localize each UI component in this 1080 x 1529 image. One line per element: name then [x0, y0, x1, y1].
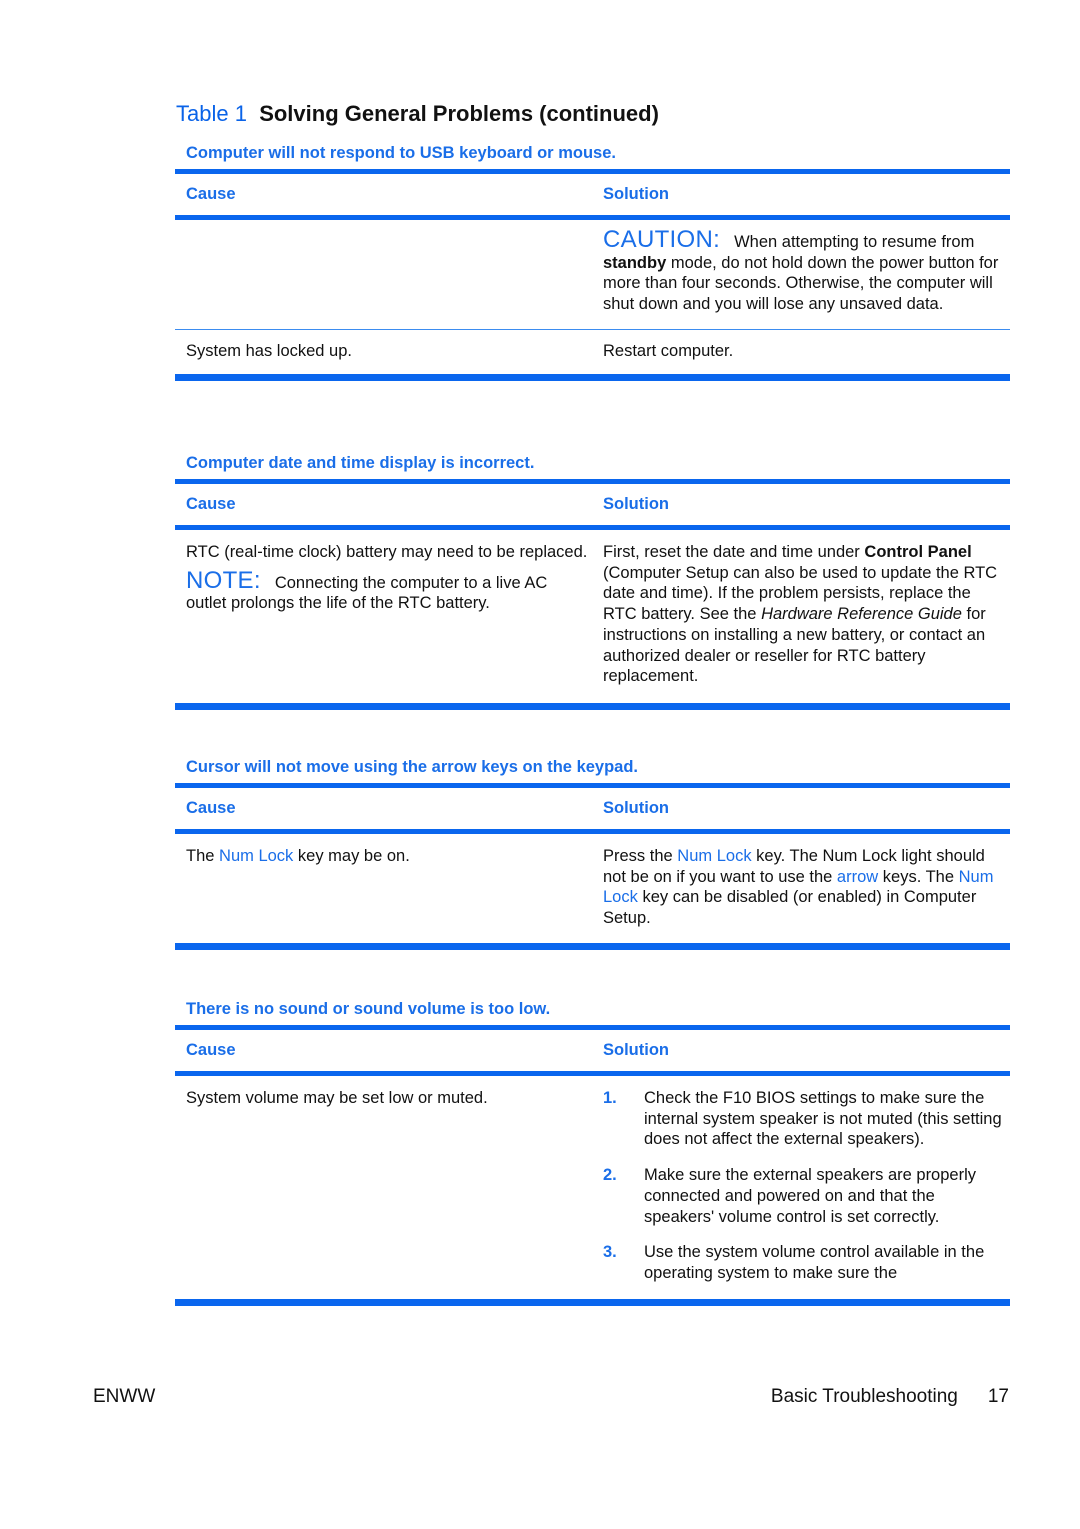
table-rule [175, 702, 1010, 710]
table-row: System has locked up. Restart computer. [175, 330, 1010, 374]
cause-text: The [186, 847, 215, 865]
table-header: Cause Solution [175, 788, 1010, 829]
step-item: 2. Make sure the external speakers are p… [603, 1165, 1002, 1227]
caution-block: CAUTION: When attempting to resume from s… [592, 220, 1010, 329]
caution-label: CAUTION: [603, 226, 721, 253]
cause-text: RTC (real-time clock) battery may need t… [186, 543, 588, 561]
cause-text: key may be on. [297, 847, 410, 865]
guide-reference: Hardware Reference Guide [761, 605, 962, 624]
section-title: Computer date and time display is incorr… [186, 454, 535, 472]
solution-cell: 1. Check the F10 BIOS settings to make s… [592, 1076, 1010, 1299]
step-item: 3. Use the system volume control availab… [603, 1242, 1002, 1283]
cause-cell: System volume may be set low or muted. [186, 1089, 488, 1107]
solution-cell: Press the Num Lock key. The Num Lock lig… [592, 834, 1010, 943]
step-number: 2. [603, 1166, 617, 1185]
step-text: Use the system volume control available … [644, 1243, 985, 1282]
table-rule [175, 942, 1010, 950]
header-cause: Cause [186, 495, 236, 513]
step-text: Check the F10 BIOS settings to make sure… [644, 1089, 1002, 1149]
note-block: NOTE: Connecting the computer to a live A… [186, 568, 592, 614]
table-row: System volume may be set low or muted. 1… [175, 1076, 1010, 1299]
table-header: Cause Solution [175, 174, 1010, 215]
solution-text: First, reset the date and time under [603, 543, 860, 561]
solution-steps: 1. Check the F10 BIOS settings to make s… [603, 1088, 1002, 1284]
header-solution: Solution [603, 799, 669, 817]
header-solution: Solution [603, 1041, 669, 1059]
table-title: Solving General Problems (continued) [259, 101, 659, 126]
header-solution: Solution [603, 185, 669, 203]
cause-cell: RTC (real-time clock) battery may need t… [175, 530, 592, 701]
cause-cell: The Num Lock key may be on. [175, 834, 592, 943]
caution-bold: standby [603, 253, 667, 272]
solution-text: key can be disabled (or enabled) in Comp… [603, 888, 977, 928]
section-usb-keyboard: Computer will not respond to USB keyboar… [175, 143, 1010, 381]
section-sound: There is no sound or sound volume is too… [175, 999, 1010, 1306]
solution-text: keys. The [882, 867, 955, 886]
header-cause: Cause [186, 799, 236, 817]
table-row: The Num Lock key may be on. Press the Nu… [175, 834, 1010, 943]
step-item: 1. Check the F10 BIOS settings to make s… [603, 1088, 1002, 1150]
cause-cell: System has locked up. [186, 341, 352, 360]
footer-section-name: Basic Troubleshooting [770, 1386, 958, 1407]
note-label: NOTE: [186, 566, 261, 594]
table-row: RTC (real-time clock) battery may need t… [175, 530, 1010, 701]
step-number: 3. [603, 1243, 617, 1262]
arrow-link[interactable]: arrow [837, 868, 878, 886]
footer-right: Basic Troubleshooting 17 [771, 1386, 1009, 1408]
page-number: 17 [987, 1386, 1009, 1407]
header-cause: Cause [186, 1041, 236, 1059]
solution-text: Press the [603, 847, 673, 865]
header-solution: Solution [603, 495, 669, 513]
section-date-time: Computer date and time display is incorr… [175, 453, 1010, 710]
num-lock-link[interactable]: Num Lock [219, 847, 293, 865]
table-header: Cause Solution [175, 484, 1010, 525]
solution-cell: First, reset the date and time under Con… [592, 530, 1010, 701]
table-rule [175, 1298, 1010, 1306]
table-header: Cause Solution [175, 1030, 1010, 1071]
caution-text: When attempting to resume from [734, 233, 975, 251]
step-text: Make sure the external speakers are prop… [644, 1166, 976, 1226]
solution-bold: Control Panel [864, 543, 972, 561]
section-title: There is no sound or sound volume is too… [186, 1000, 551, 1018]
table-row: CAUTION: When attempting to resume from s… [175, 220, 1010, 329]
page-title: Table 1 Solving General Problems (contin… [176, 101, 659, 127]
cause-cell [175, 220, 592, 329]
solution-cell: Restart computer. [603, 341, 734, 360]
header-cause: Cause [186, 185, 236, 203]
section-title: Computer will not respond to USB keyboar… [186, 144, 616, 162]
num-lock-link[interactable]: Num Lock [677, 847, 751, 865]
table-number: Table 1 [176, 101, 247, 126]
section-cursor: Cursor will not move using the arrow key… [175, 757, 1010, 950]
table-rule [175, 373, 1010, 381]
footer-doc-code: ENWW [93, 1386, 156, 1407]
section-title: Cursor will not move using the arrow key… [186, 758, 639, 776]
step-number: 1. [603, 1089, 617, 1107]
